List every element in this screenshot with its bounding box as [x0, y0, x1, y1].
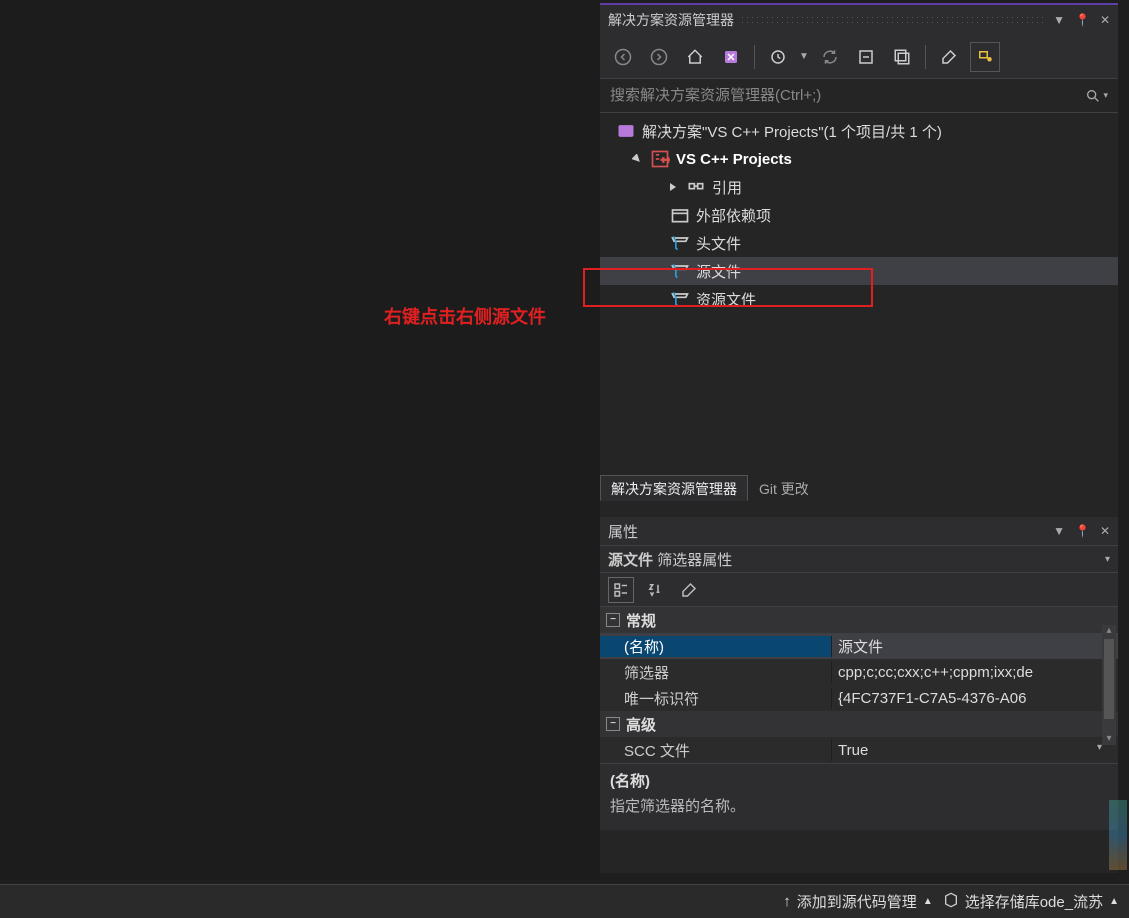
- collapse-all-button[interactable]: [851, 42, 881, 72]
- back-button[interactable]: [608, 42, 638, 72]
- collapse-arrow-icon[interactable]: [666, 180, 680, 194]
- prop-uid[interactable]: 唯一标识符 {4FC737F1-C7A5-4376-A06: [600, 685, 1118, 711]
- repo-icon: [943, 892, 959, 912]
- help-name: (名称): [610, 770, 1108, 791]
- solution-tree: 解决方案"VS C++ Projects"(1 个项目/共 1 个) ++ VS…: [600, 113, 1118, 473]
- title-grip[interactable]: [740, 15, 1047, 25]
- tab-solution-explorer[interactable]: 解决方案资源管理器: [600, 475, 748, 501]
- caret-icon: ▲: [1109, 896, 1119, 907]
- panel-title: 解决方案资源管理器: [608, 10, 734, 30]
- category-general[interactable]: − 常规: [600, 607, 1118, 633]
- panel-tabs: 解决方案资源管理器 Git 更改: [600, 473, 1118, 501]
- pin-icon[interactable]: 📍: [1075, 524, 1090, 538]
- references-icon: [686, 177, 706, 197]
- statusbar: ↑ 添加到源代码管理 ▲ 选择存储库ode_流苏 ▲: [0, 884, 1129, 918]
- collapse-icon[interactable]: −: [606, 613, 620, 627]
- filter-folder-icon: [670, 233, 690, 253]
- alphabetical-button[interactable]: [642, 577, 668, 603]
- preview-button[interactable]: [970, 42, 1000, 72]
- collapse-icon[interactable]: −: [606, 717, 620, 731]
- category-advanced[interactable]: − 高级: [600, 711, 1118, 737]
- props-subject-name: 源文件: [608, 552, 653, 569]
- dropdown-icon[interactable]: ▼: [1053, 524, 1065, 538]
- home-button[interactable]: [680, 42, 710, 72]
- expand-arrow-icon[interactable]: [630, 152, 644, 166]
- forward-button[interactable]: [644, 42, 674, 72]
- properties-button[interactable]: [934, 42, 964, 72]
- subject-dropdown[interactable]: ▾: [1105, 554, 1110, 565]
- dropdown-icon[interactable]: ▼: [1053, 13, 1065, 27]
- sidebar-indicator: [1109, 800, 1127, 870]
- select-repo-button[interactable]: 选择存储库ode_流苏 ▲: [943, 891, 1119, 912]
- solution-icon: [616, 121, 636, 141]
- caret-icon: ▲: [923, 896, 933, 907]
- sync-button[interactable]: [815, 42, 845, 72]
- editor-area: [0, 0, 600, 880]
- arrow-up-icon: ↑: [783, 893, 791, 910]
- pin-icon[interactable]: 📍: [1075, 13, 1090, 27]
- headers-node[interactable]: 头文件: [600, 229, 1118, 257]
- switch-views-button[interactable]: [716, 42, 746, 72]
- project-node[interactable]: ++ VS C++ Projects: [600, 145, 1118, 173]
- props-subject-type: 筛选器属性: [657, 552, 732, 569]
- pending-changes-button[interactable]: [763, 42, 793, 72]
- show-all-files-button[interactable]: [887, 42, 917, 72]
- search-input[interactable]: [610, 87, 1085, 104]
- close-icon[interactable]: ✕: [1100, 13, 1110, 27]
- prop-name[interactable]: (名称) 源文件: [600, 633, 1118, 659]
- help-description: 指定筛选器的名称。: [610, 795, 1108, 816]
- filter-folder-icon: [670, 261, 690, 281]
- wrench-button[interactable]: [676, 577, 702, 603]
- references-node[interactable]: 引用: [600, 173, 1118, 201]
- filter-folder-icon: [670, 289, 690, 309]
- solution-node[interactable]: 解决方案"VS C++ Projects"(1 个项目/共 1 个): [600, 117, 1118, 145]
- prop-scc[interactable]: SCC 文件 True ▾: [600, 737, 1118, 763]
- tab-git-changes[interactable]: Git 更改: [748, 475, 820, 501]
- sources-node[interactable]: 源文件: [600, 257, 1118, 285]
- svg-text:++: ++: [661, 154, 670, 164]
- properties-title: 属性: [608, 521, 638, 542]
- solution-toolbar: ▼: [600, 35, 1118, 79]
- annotation-text: 右键点击右侧源文件: [384, 303, 546, 329]
- search-icon[interactable]: ▾: [1085, 88, 1108, 104]
- resources-node[interactable]: 资源文件: [600, 285, 1118, 313]
- scrollbar[interactable]: ▴ ▾: [1102, 625, 1116, 745]
- external-deps-node[interactable]: 外部依赖项: [600, 201, 1118, 229]
- close-icon[interactable]: ✕: [1100, 524, 1110, 538]
- project-icon: ++: [650, 149, 670, 169]
- categorized-button[interactable]: [608, 577, 634, 603]
- prop-filter[interactable]: 筛选器 cpp;c;cc;cxx;c++;cppm;ixx;de: [600, 659, 1118, 685]
- dropdown-caret[interactable]: ▼: [799, 51, 809, 62]
- add-source-control-button[interactable]: ↑ 添加到源代码管理 ▲: [783, 891, 932, 912]
- folder-icon: [670, 205, 690, 225]
